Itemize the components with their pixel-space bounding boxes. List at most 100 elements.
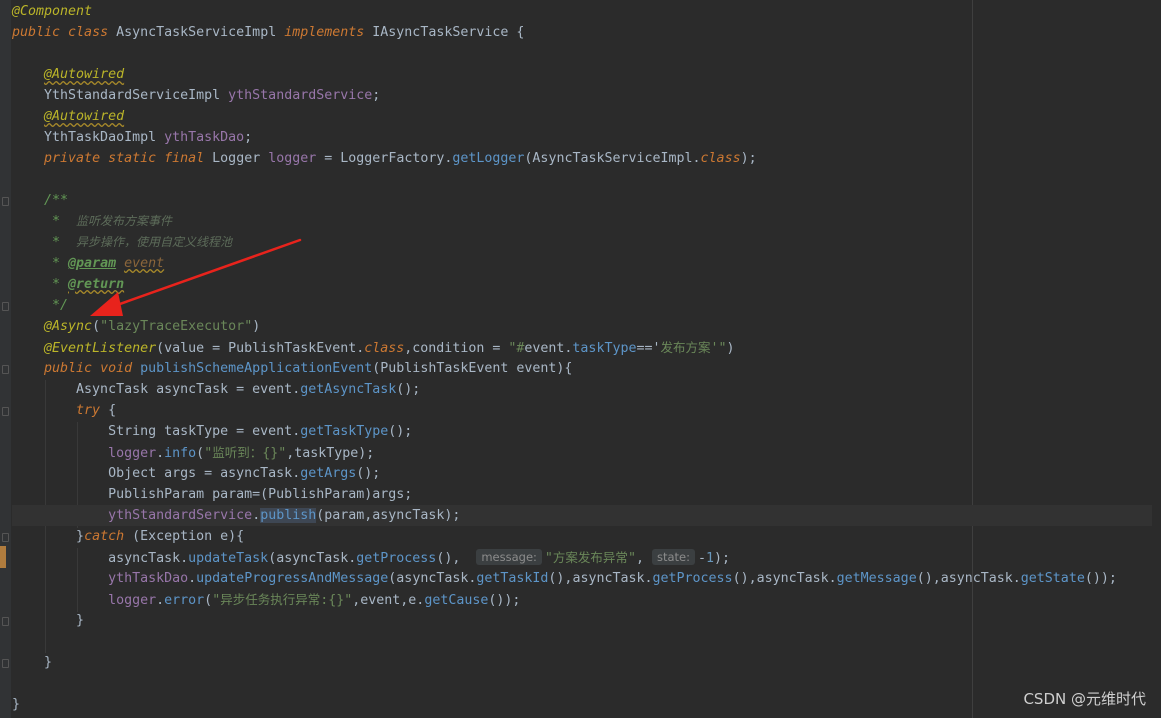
code-token: asyncTask. — [12, 551, 189, 566]
code-area[interactable]: @Component public class AsyncTaskServiceI… — [12, 1, 1152, 715]
code-token: void — [100, 361, 141, 376]
code-line[interactable]: @Component — [12, 1, 1152, 22]
code-token: class — [68, 25, 117, 40]
code-line[interactable]: asyncTask.updateTask(asyncTask.getProces… — [12, 547, 1152, 568]
code-token: getState — [1020, 571, 1085, 586]
code-token: (); — [396, 382, 421, 397]
code-token: = LoggerFactory. — [316, 151, 453, 166]
code-line[interactable]: public class AsyncTaskServiceImpl implem… — [12, 22, 1152, 43]
code-token: getTaskType — [300, 424, 389, 439]
code-token: implements — [284, 25, 373, 40]
code-line[interactable]: ythTaskDao.updateProgressAndMessage(asyn… — [12, 568, 1152, 589]
code-token: YthStandardServiceImpl — [12, 88, 229, 103]
code-token: @EventListener — [44, 341, 157, 356]
code-line[interactable]: @Async("lazyTraceExecutor") — [12, 316, 1152, 337]
code-token: event. — [524, 341, 573, 356]
code-line[interactable] — [12, 43, 1152, 64]
change-marker — [0, 546, 6, 568]
code-token: @Autowired — [44, 109, 125, 124]
code-token: ( — [204, 593, 213, 608]
code-token: . — [188, 571, 197, 586]
code-line[interactable] — [12, 673, 1152, 694]
code-token: logger — [108, 593, 157, 608]
code-token: error — [164, 593, 205, 608]
code-token: (); — [356, 466, 381, 481]
code-token: ,condition = — [404, 341, 509, 356]
fold-marker[interactable] — [2, 407, 9, 416]
code-token: getProcess — [652, 571, 733, 586]
code-token: - — [697, 551, 706, 566]
code-token: YthTaskDaoImpl — [12, 130, 165, 145]
code-line[interactable]: logger.error("异步任务执行异常:{}",event,e.getCa… — [12, 589, 1152, 610]
code-line[interactable]: logger.info("监听到：{}",taskType); — [12, 442, 1152, 463]
code-token: (param,asyncTask); — [316, 508, 461, 523]
code-line[interactable]: ythStandardService.publish(param,asyncTa… — [12, 505, 1152, 526]
code-line[interactable]: YthStandardServiceImpl ythStandardServic… — [12, 85, 1152, 106]
code-token: getMessage — [836, 571, 917, 586]
code-line[interactable]: String taskType = event.getTaskType(); — [12, 421, 1152, 442]
code-token: ythStandardService — [108, 508, 253, 523]
code-token: updateProgressAndMessage — [196, 571, 389, 586]
code-line[interactable]: AsyncTask asyncTask = event.getAsyncTask… — [12, 379, 1152, 400]
code-token: /** — [12, 193, 69, 208]
fold-marker[interactable] — [2, 197, 9, 206]
code-token: logger — [108, 446, 157, 461]
code-line[interactable]: } — [12, 610, 1152, 631]
code-token: publish — [260, 508, 317, 523]
code-token: */ — [12, 298, 69, 313]
code-line[interactable]: @Autowired — [12, 64, 1152, 85]
code-token: (), — [436, 551, 477, 566]
code-line[interactable]: try { — [12, 400, 1152, 421]
fold-marker[interactable] — [2, 533, 9, 542]
code-line[interactable]: /** — [12, 190, 1152, 211]
code-line[interactable]: * 异步操作，使用自定义线程池 — [12, 232, 1152, 253]
code-line[interactable]: }catch (Exception e){ — [12, 526, 1152, 547]
code-token: "# — [508, 341, 525, 356]
code-line[interactable]: YthTaskDaoImpl ythTaskDao; — [12, 127, 1152, 148]
code-token: PublishParam param=(PublishParam)args; — [12, 487, 413, 502]
code-token: ) — [726, 341, 735, 356]
code-line[interactable]: */ — [12, 295, 1152, 316]
code-line[interactable]: * @param event — [12, 253, 1152, 274]
fold-marker[interactable] — [2, 302, 9, 311]
code-line[interactable] — [12, 631, 1152, 652]
code-line[interactable]: public void publishSchemeApplicationEven… — [12, 358, 1152, 379]
code-token: getAsyncTask — [300, 382, 397, 397]
code-token: 异步操作，使用自定义线程池 — [76, 235, 233, 249]
code-token: (),asyncTask. — [916, 571, 1021, 586]
fold-marker[interactable] — [2, 617, 9, 626]
code-line[interactable]: @EventListener(value = PublishTaskEvent.… — [12, 337, 1152, 358]
code-token: getLogger — [452, 151, 525, 166]
code-token: final — [164, 151, 213, 166]
code-token: class — [364, 341, 405, 356]
code-line[interactable]: * @return — [12, 274, 1152, 295]
code-token: * — [12, 277, 69, 292]
code-editor[interactable]: @Component public class AsyncTaskServiceI… — [0, 0, 1161, 718]
code-token: taskType — [572, 341, 637, 356]
fold-marker[interactable] — [2, 659, 9, 668]
code-line[interactable]: } — [12, 652, 1152, 673]
fold-marker[interactable] — [2, 365, 9, 374]
code-token: static — [108, 151, 165, 166]
code-line[interactable]: private static final Logger logger = Log… — [12, 148, 1152, 169]
code-token: getProcess — [356, 551, 437, 566]
code-line[interactable]: } — [12, 694, 1152, 715]
code-token: Object args = asyncTask. — [12, 466, 301, 481]
code-line[interactable]: * 监听发布方案事件 — [12, 211, 1152, 232]
editor-gutter — [0, 0, 11, 718]
code-line[interactable]: @Autowired — [12, 106, 1152, 127]
code-token: ythTaskDao — [108, 571, 189, 586]
code-token: ; — [244, 130, 253, 145]
code-token: ) — [252, 319, 261, 334]
code-line[interactable]: Object args = asyncTask.getArgs(); — [12, 463, 1152, 484]
code-token: ( — [196, 446, 205, 461]
code-line[interactable]: PublishParam param=(PublishParam)args; — [12, 484, 1152, 505]
code-token: 1 — [706, 551, 715, 566]
code-line[interactable] — [12, 169, 1152, 190]
code-token: (Exception e){ — [132, 529, 245, 544]
